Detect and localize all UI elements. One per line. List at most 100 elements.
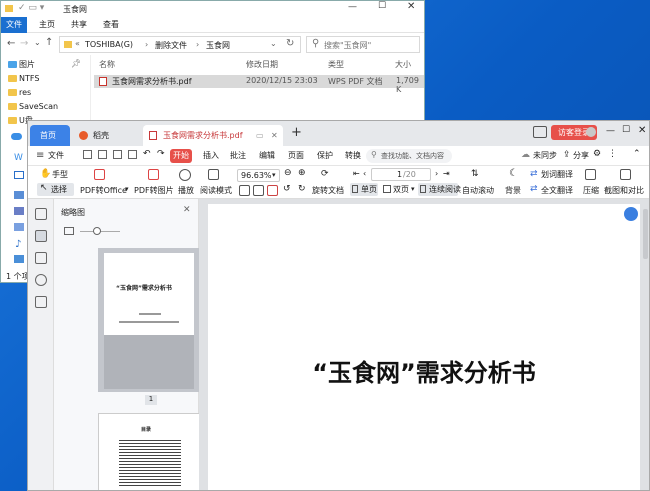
workspace-icon[interactable] [533,126,547,138]
play-button[interactable]: 播放 [178,185,194,196]
menu-page[interactable]: 页面 [288,150,304,161]
double-page-button[interactable]: 双页 [393,184,409,195]
next-page-icon[interactable]: › [435,169,438,178]
breadcrumb-drive[interactable]: TOSHIBA(G) [85,40,133,49]
zoom-in-icon[interactable]: ⊕ [298,168,306,178]
thumbnail-icon[interactable] [35,230,47,242]
small-image-icon[interactable] [64,227,74,235]
more-icon[interactable]: ⋮ [608,149,617,159]
comment-icon[interactable] [35,252,47,264]
fit-page-icon[interactable] [253,185,264,196]
auto-scroll-button[interactable]: 自动滚动 [462,185,494,196]
menu-convert[interactable]: 转换 [345,150,361,161]
slider-handle[interactable] [93,227,101,235]
menu-edit[interactable]: 编辑 [259,150,275,161]
minimize-icon[interactable]: — [606,126,615,136]
pdf-to-image-button[interactable]: PDF转图片 [134,185,174,196]
add-tab-button[interactable]: + [291,125,302,140]
print-icon[interactable] [113,150,122,159]
column-modified[interactable]: 修改日期 [246,59,278,70]
back-arrow-icon[interactable]: ← [7,38,15,49]
tab-share[interactable]: 共享 [65,17,93,33]
export-icon[interactable] [128,150,137,159]
nav-item-ntfs[interactable]: NTFS [19,72,39,86]
bookmark-icon[interactable] [35,208,47,220]
column-size[interactable]: 大小 [395,59,411,70]
nav-item-savescan[interactable]: SaveScan [19,100,58,114]
maximize-icon[interactable]: ☐ [622,125,630,135]
chevron-down-icon[interactable]: ▾ [125,185,129,193]
tab-start[interactable]: 开始 [170,149,192,163]
function-search[interactable]: ⚲ 查找功能、文档内容 [366,149,452,163]
translate-all-button[interactable]: 全文翻译 [541,185,573,196]
thumbnail-page-1[interactable]: “玉食网”需求分析书 [98,248,200,392]
hand-tool-button[interactable]: 手型 [52,169,68,180]
tab-docer[interactable]: 稻壳 [73,125,138,146]
attachment-icon[interactable] [35,274,47,286]
collapse-icon[interactable]: ⌃ [633,149,641,159]
chevron-down-icon[interactable]: ⌄ [270,39,277,48]
tab-home[interactable]: 首页 [30,125,70,146]
floating-assistant-icon[interactable] [624,207,638,221]
sync-status[interactable]: 未同步 [533,150,557,161]
tab-options-icon[interactable]: ▭ [256,125,264,146]
compress-button[interactable]: 压缩 [583,185,599,196]
first-page-icon[interactable]: ⇤ [353,169,360,178]
zoom-select[interactable]: 96.63% ▾ [237,169,280,182]
continuous-button[interactable]: 连续阅读 [418,183,461,196]
nav-item-res[interactable]: res [19,86,31,100]
signature-icon[interactable] [35,296,47,308]
tab-view[interactable]: 查看 [97,17,125,33]
translate-words-button[interactable]: 划词翻译 [541,169,573,180]
rotate-left-icon[interactable]: ↺ [283,184,291,194]
pdf-to-office-button[interactable]: PDF转Office [80,185,127,196]
zoom-out-icon[interactable]: ⊖ [284,168,292,178]
open-icon[interactable] [83,150,92,159]
select-tool-button[interactable]: ↖ 选择 [37,183,74,196]
avatar[interactable] [586,127,596,137]
quick-access-toolbar[interactable]: ✓ ▭ ▾ [18,3,44,13]
save-icon[interactable] [98,150,107,159]
menu-file[interactable]: 文件 [48,150,64,161]
menu-annotate[interactable]: 批注 [230,150,246,161]
undo-icon[interactable]: ↶ [143,149,151,159]
close-icon[interactable]: ✕ [638,125,646,136]
maximize-icon[interactable]: ☐ [378,1,386,11]
read-mode-button[interactable]: 阅读模式 [200,185,232,196]
close-icon[interactable]: ✕ [407,1,415,12]
minimize-icon[interactable]: — [348,2,357,12]
tab-home[interactable]: 主页 [33,17,61,33]
prev-page-icon[interactable]: ‹ [363,169,366,178]
screenshot-compare-button[interactable]: 截图和对比 [604,185,644,196]
tab-close-icon[interactable]: ✕ [271,125,278,146]
hamburger-icon[interactable]: ≡ [36,150,44,161]
background-button[interactable]: 背景 [505,185,521,196]
thumbnail-page-2[interactable]: 目录 [98,413,200,490]
column-name[interactable]: 名称 [99,59,115,70]
breadcrumb-overflow-icon[interactable]: « [75,39,80,48]
menu-insert[interactable]: 插入 [203,150,219,161]
recent-dropdown-icon[interactable]: ⌄ [34,38,41,47]
single-page-button[interactable]: 单页 [350,183,378,196]
breadcrumb-current[interactable]: 玉食网 [206,40,230,51]
refresh-icon[interactable]: ↻ [286,38,294,49]
page-input[interactable]: 1 /20 [371,168,431,181]
menu-protect[interactable]: 保护 [317,150,333,161]
chevron-down-icon[interactable]: ▾ [411,185,415,193]
document-scrollbar[interactable] [643,209,648,259]
rotate-document-button[interactable]: 旋转文档 [312,185,344,196]
search-field[interactable]: ⚲ 搜索"玉食网" [306,36,420,53]
forward-arrow-icon[interactable]: → [20,38,28,49]
column-type[interactable]: 类型 [328,59,344,70]
tab-file[interactable]: 文件 [1,17,27,33]
rotate-right-icon[interactable]: ↻ [298,184,306,194]
tab-document[interactable]: 玉食网需求分析书.pdf ▭ ✕ [143,125,283,146]
settings-icon[interactable]: ⚙ [593,149,601,159]
actual-size-icon[interactable] [267,185,278,196]
breadcrumb-folder[interactable]: 删除文件 [155,40,187,51]
close-icon[interactable]: ✕ [183,205,191,215]
up-arrow-icon[interactable]: ↑ [45,37,53,48]
redo-icon[interactable]: ↷ [157,149,165,159]
fit-width-icon[interactable] [239,185,250,196]
address-field[interactable]: « TOSHIBA(G) › 删除文件 › 玉食网 ⌄ ↻ [59,36,301,53]
